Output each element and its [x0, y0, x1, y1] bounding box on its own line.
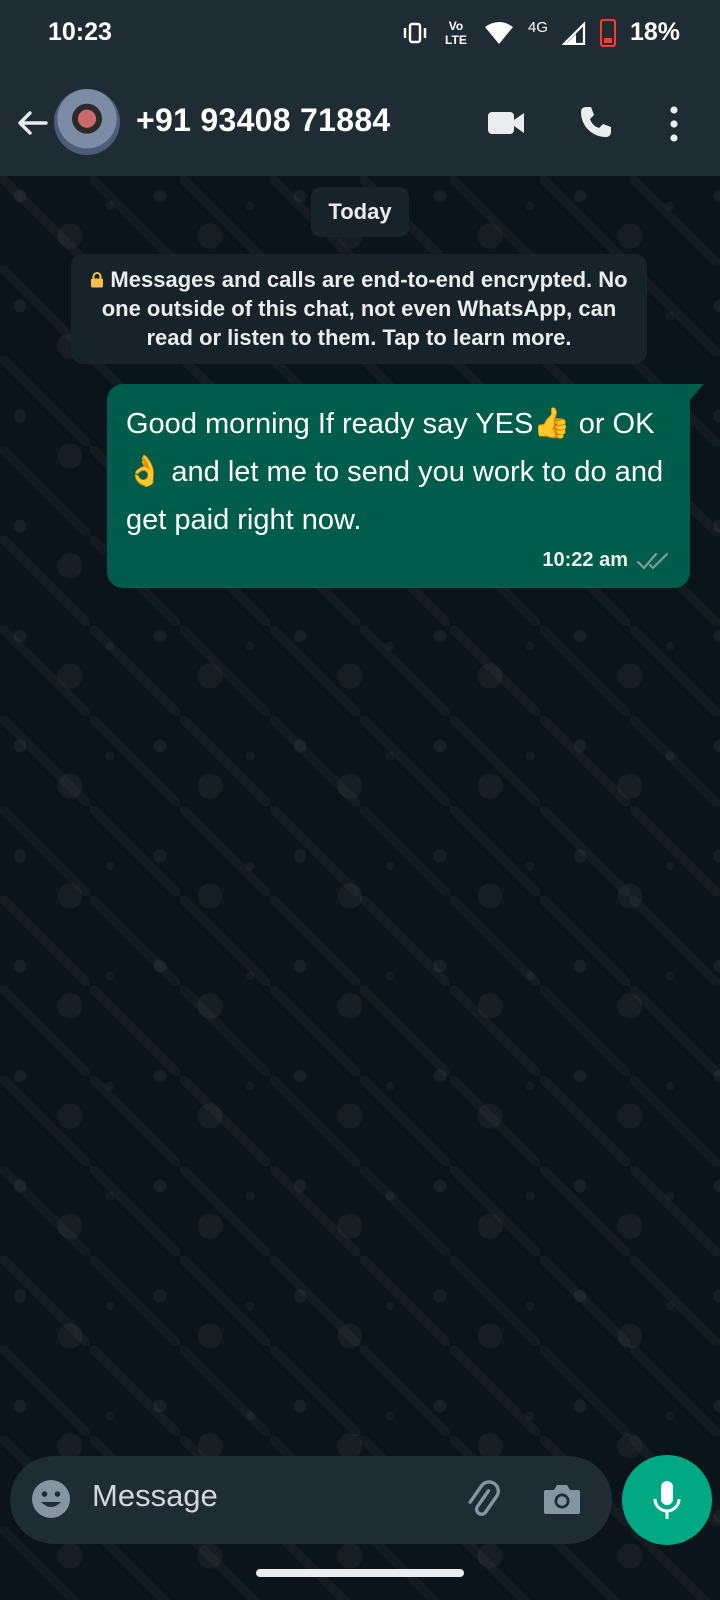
- more-options-icon[interactable]: [666, 104, 682, 144]
- message-text-part: or OK: [570, 408, 655, 440]
- status-time: 10:23: [48, 18, 112, 46]
- contact-name[interactable]: +91 93408 71884: [136, 102, 391, 139]
- signal-icon: [561, 20, 586, 45]
- voice-message-button[interactable]: [622, 1455, 712, 1545]
- status-bar: 10:23 Vo LTE 4G 18%: [0, 0, 720, 70]
- vibrate-icon: [403, 22, 427, 43]
- contact-avatar[interactable]: [54, 89, 120, 155]
- message-text-part: Good morning If ready say YES: [126, 408, 534, 440]
- back-arrow-icon[interactable]: [14, 105, 50, 141]
- network-type-label: 4G: [527, 18, 548, 36]
- message-composer[interactable]: Message: [10, 1456, 612, 1544]
- message-text: Good morning If ready say YES👍 or OK 👌 a…: [126, 400, 671, 544]
- message-meta: 10:22 am: [542, 549, 670, 572]
- ok-hand-emoji: 👌: [126, 455, 164, 488]
- wifi-icon: [484, 21, 513, 44]
- message-text-part: and let me to send you work to do and ge…: [126, 456, 664, 536]
- message-time: 10:22 am: [542, 549, 628, 571]
- camera-icon[interactable]: [542, 1480, 582, 1518]
- double-check-icon: [636, 552, 669, 570]
- encryption-notice[interactable]: Messages and calls are end-to-end encryp…: [71, 254, 647, 364]
- emoji-icon[interactable]: [30, 1478, 72, 1520]
- outgoing-message-bubble[interactable]: Good morning If ready say YES👍 or OK 👌 a…: [107, 384, 690, 588]
- battery-icon: [599, 18, 616, 47]
- chat-header: +91 93408 71884: [0, 70, 720, 176]
- battery-percent: 18%: [629, 18, 680, 46]
- volte-label: Vo LTE: [445, 18, 467, 47]
- lock-icon: [91, 272, 104, 288]
- bubble-tail: [690, 384, 704, 400]
- attach-icon[interactable]: [460, 1478, 504, 1522]
- status-icons: Vo LTE 4G 18%: [402, 18, 680, 47]
- thumbs-up-emoji: 👍: [533, 407, 571, 440]
- microphone-icon: [653, 1481, 681, 1519]
- home-indicator[interactable]: [256, 1569, 464, 1577]
- video-call-icon[interactable]: [486, 106, 526, 140]
- date-chip: Today: [311, 187, 409, 237]
- encryption-text: Messages and calls are end-to-end encryp…: [101, 267, 628, 350]
- message-input[interactable]: Message: [92, 1478, 218, 1514]
- voice-call-icon[interactable]: [578, 104, 614, 140]
